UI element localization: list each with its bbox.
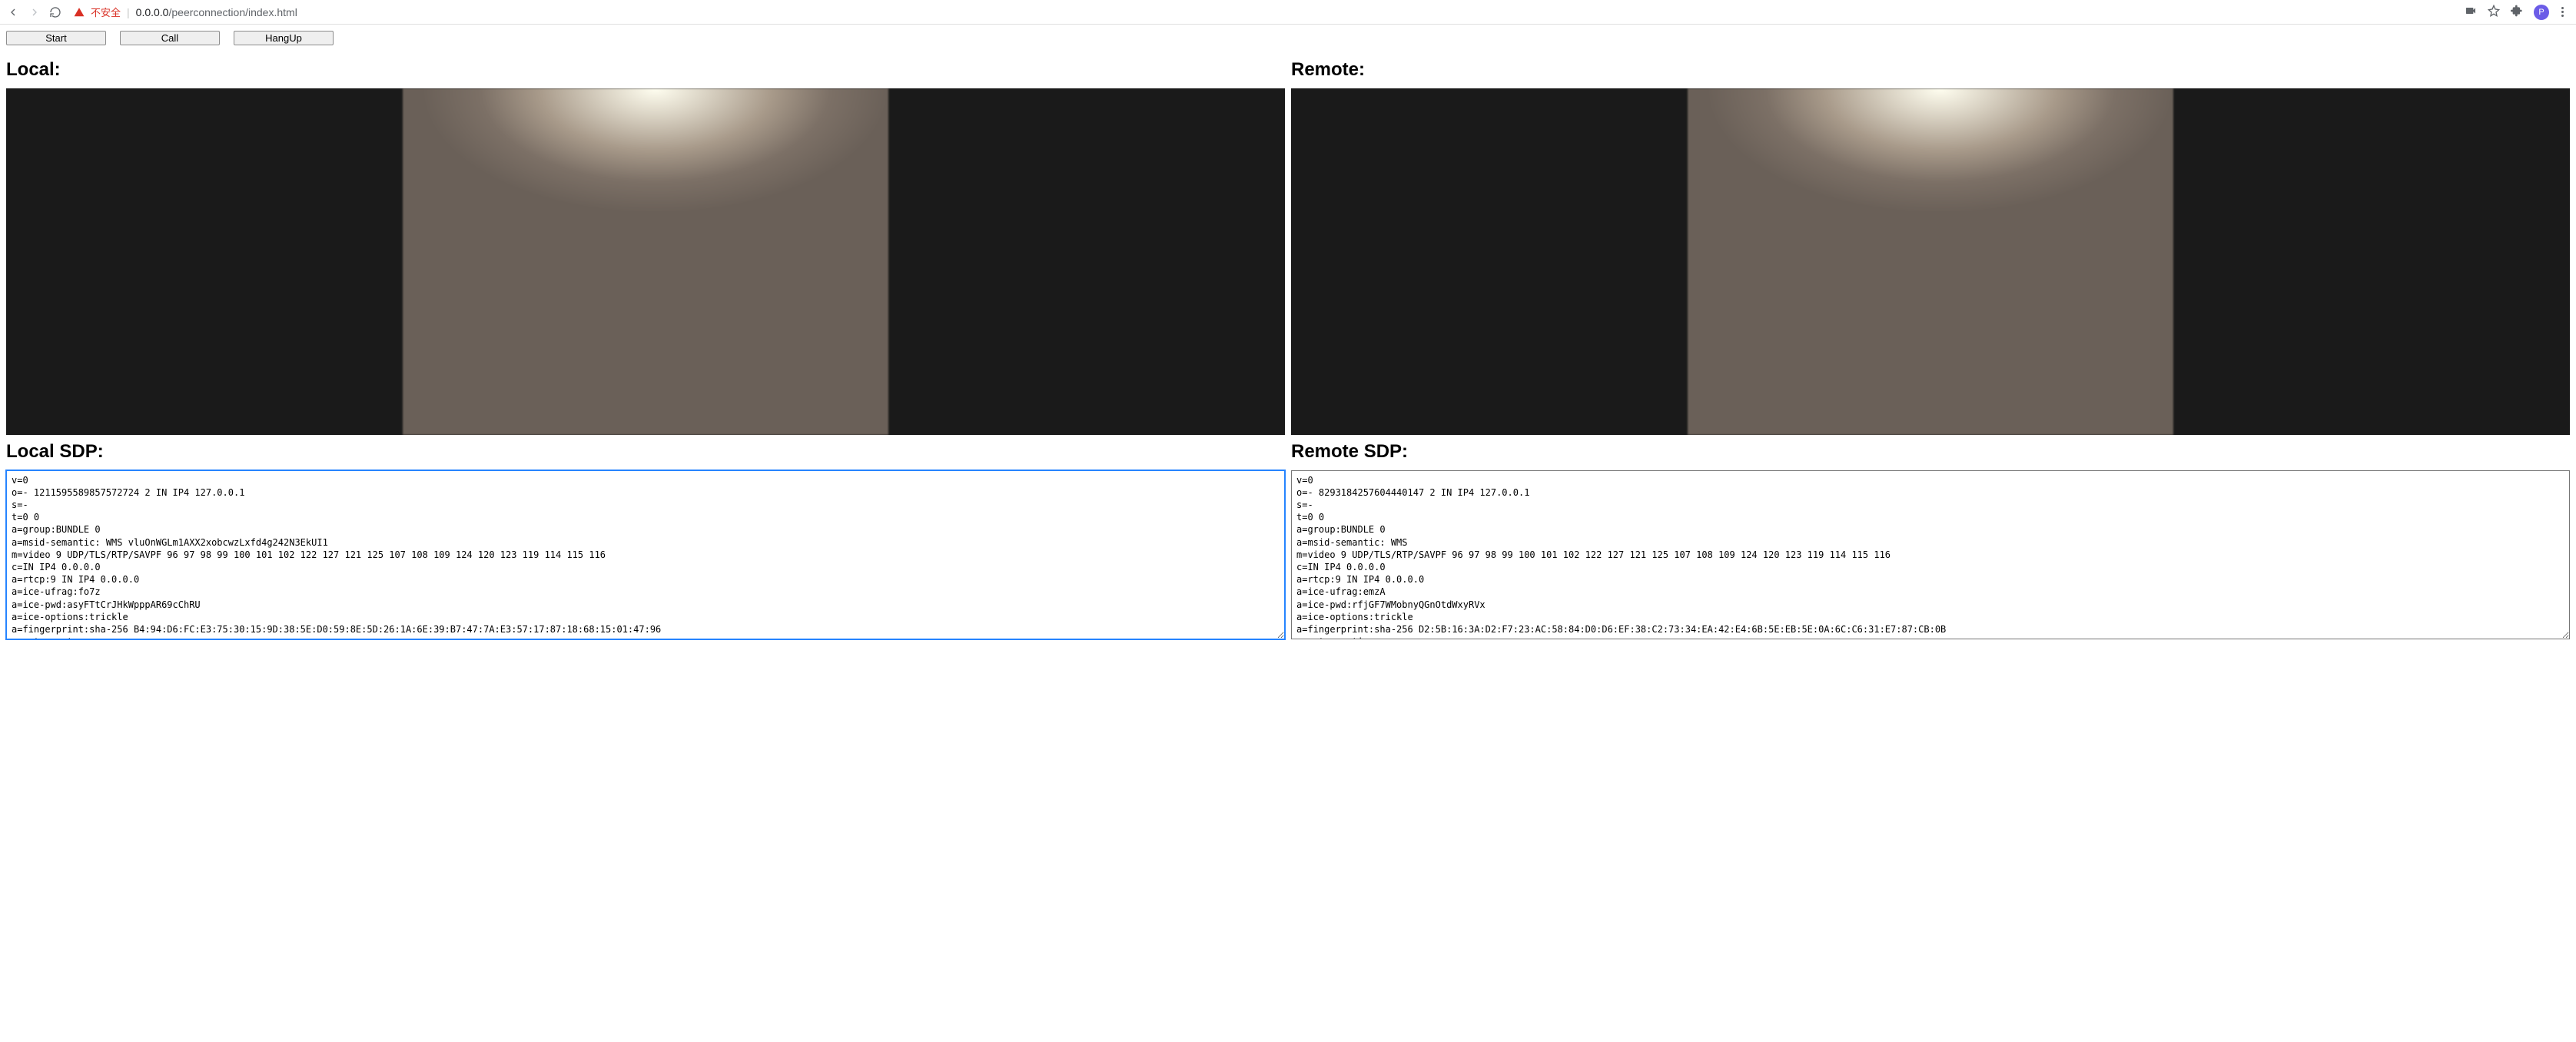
local-video-frame: [403, 88, 888, 435]
browser-toolbar: 不安全 | 0.0.0.0/peerconnection/index.html …: [0, 0, 2576, 25]
warning-icon: [74, 7, 85, 18]
extensions-icon[interactable]: [2511, 5, 2523, 19]
start-button[interactable]: Start: [6, 31, 106, 45]
remote-sdp-textarea[interactable]: [1291, 470, 2570, 639]
remote-video-frame: [1688, 88, 2173, 435]
local-sdp-heading: Local SDP:: [6, 441, 1285, 463]
camera-icon[interactable]: [2465, 5, 2477, 19]
url-text: 0.0.0.0/peerconnection/index.html: [136, 6, 297, 18]
local-sdp-textarea[interactable]: [6, 470, 1285, 639]
reload-button[interactable]: [49, 6, 61, 18]
hangup-button[interactable]: HangUp: [234, 31, 334, 45]
insecure-label: 不安全: [91, 5, 121, 19]
star-icon[interactable]: [2488, 5, 2500, 19]
local-column: Local: Local SDP:: [6, 59, 1285, 643]
local-video: [6, 88, 1285, 435]
call-button[interactable]: Call: [120, 31, 220, 45]
page-content: Start Call HangUp Local: Local SDP: Remo…: [0, 25, 2576, 652]
remote-sdp-heading: Remote SDP:: [1291, 441, 2570, 463]
remote-heading: Remote:: [1291, 59, 2570, 81]
forward-button[interactable]: [28, 5, 41, 19]
button-row: Start Call HangUp: [6, 31, 2570, 45]
local-heading: Local:: [6, 59, 1285, 81]
menu-icon[interactable]: [2560, 7, 2565, 17]
remote-video: [1291, 88, 2570, 435]
address-bar[interactable]: 不安全 | 0.0.0.0/peerconnection/index.html: [69, 5, 2457, 19]
divider: |: [127, 6, 130, 18]
back-button[interactable]: [6, 5, 20, 19]
profile-avatar[interactable]: P: [2534, 5, 2549, 20]
remote-column: Remote: Remote SDP:: [1291, 59, 2570, 643]
toolbar-right: P: [2465, 5, 2570, 20]
